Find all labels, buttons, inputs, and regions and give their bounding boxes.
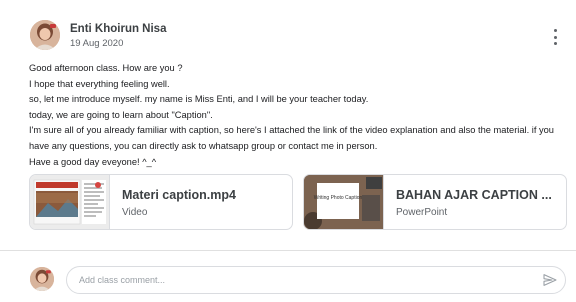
send-icon[interactable] xyxy=(542,272,558,288)
post-line: so, let me introduce myself. my name is … xyxy=(29,94,369,105)
class-comment-input[interactable] xyxy=(66,266,566,294)
post-line: today, we are going to learn about "Capt… xyxy=(29,109,213,120)
comment-row xyxy=(30,266,568,294)
post-date: 19 Aug 2020 xyxy=(70,38,124,49)
post-line: Have a good day eveyone! ^_^ xyxy=(29,156,157,167)
post-header: Enti Khoirun Nisa 19 Aug 2020 xyxy=(30,20,570,52)
dot xyxy=(553,42,557,45)
author-avatar xyxy=(30,20,60,50)
post-body: Good afternoon class. How are you ? I ho… xyxy=(29,61,569,170)
attachment-title: Materi caption.mp4 xyxy=(122,188,236,202)
attachment-powerpoint[interactable]: Writing Photo Caption BAHAN AJAR CAPTION… xyxy=(303,174,567,230)
stream-post: Enti Khoirun Nisa 19 Aug 2020 Good after… xyxy=(0,0,576,250)
attachments: Materi caption.mp4 Video Writing Photo C… xyxy=(29,174,567,230)
divider xyxy=(0,250,576,251)
powerpoint-thumbnail: Writing Photo Caption xyxy=(304,175,384,229)
post-line: I hope that everything feeling well. xyxy=(29,78,170,89)
post-line: Good afternoon class. How are you ? xyxy=(29,63,183,73)
post-line: I'm sure all of you already familiar wit… xyxy=(29,125,554,151)
video-thumbnail xyxy=(30,175,110,229)
more-vert-icon[interactable] xyxy=(548,26,562,48)
user-avatar xyxy=(30,267,54,291)
dot xyxy=(553,29,557,32)
author-name[interactable]: Enti Khoirun Nisa xyxy=(70,23,166,35)
attachment-type: Video xyxy=(122,207,148,218)
attachment-type: PowerPoint xyxy=(396,207,448,218)
dot xyxy=(553,35,557,39)
attachment-title: BAHAN AJAR CAPTION ... xyxy=(396,188,552,202)
thumb-caption-text: Writing Photo Caption xyxy=(314,195,363,201)
attachment-video[interactable]: Materi caption.mp4 Video xyxy=(29,174,293,230)
